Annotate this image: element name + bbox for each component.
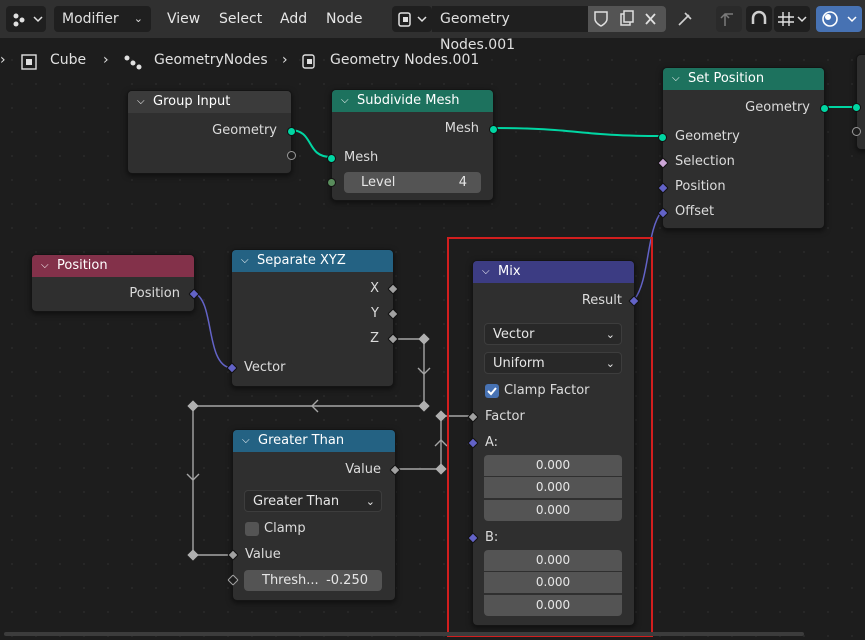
node-editor-canvas[interactable]: Modifier ⌄ View Select Add Node Geometry… [0,0,865,640]
node-set-position[interactable]: ⌵ Set Position Geometry Geometry Selecti… [657,67,829,229]
geometry-socket[interactable] [287,127,296,136]
link-geometry-to-mesh [289,129,332,158]
empty-socket[interactable] [852,127,861,136]
chevron-down-icon[interactable]: ⌵ [41,255,49,277]
node-title: Set Position [688,71,765,86]
node-title: Position [57,258,108,273]
node-header[interactable]: ⌵ Group Input [128,91,291,113]
input-label: Mesh [344,150,379,165]
mesh-input-socket[interactable] [327,154,336,163]
geometry-input-socket[interactable] [658,133,667,142]
output-label: X [370,281,379,296]
operation-value: Greater Than [253,494,340,509]
node-title: Subdivide Mesh [357,93,460,108]
input-label: Selection [675,154,735,169]
node-position[interactable]: ⌵ Position Position [31,254,200,312]
input-label: Position [675,179,726,194]
clamp-label: Clamp [264,521,306,536]
link-mesh-to-geometry [492,127,663,137]
operation-dropdown[interactable]: Greater Than ⌄ [244,490,382,512]
node-subdivide-mesh[interactable]: ⌵ Subdivide Mesh Mesh Mesh Level 4 [327,89,498,201]
level-label: Level [361,175,396,190]
empty-socket[interactable] [287,151,296,160]
level-socket[interactable] [327,178,336,187]
node-header[interactable]: ⌵ Separate XYZ [232,250,393,272]
chevron-down-icon[interactable]: ⌵ [137,91,145,113]
output-label: Mesh [444,121,479,136]
selection-highlight [447,237,653,637]
threshold-label: Thresh... [262,573,319,588]
output-label: Y [371,306,379,321]
threshold-value: -0.250 [326,573,368,588]
clamp-checkbox[interactable] [245,522,259,536]
chevron-down-icon[interactable]: ⌵ [242,430,250,452]
input-label: Vector [244,360,286,375]
chevron-down-icon[interactable]: ⌵ [241,250,249,272]
link-position-to-vector [193,292,232,369]
input-label: Geometry [675,129,740,144]
node-group-input[interactable]: ⌵ Group Input Geometry [127,90,296,174]
level-value: 4 [458,175,467,190]
level-field[interactable]: Level 4 [344,172,481,193]
mesh-output-socket[interactable] [489,125,498,134]
chevron-down-icon: ⌄ [365,495,375,508]
geometry-input-socket[interactable] [852,103,861,112]
output-label: Value [345,462,381,477]
horizontal-scrollbar[interactable] [4,632,804,636]
output-label: Geometry [212,123,277,138]
chevron-down-icon[interactable]: ⌵ [341,90,349,112]
threshold-field[interactable]: Thresh... -0.250 [244,570,382,591]
node-header[interactable]: ⌵ Greater Than [233,430,395,452]
node-separate-xyz[interactable]: ⌵ Separate XYZ X Y Z Vector [226,249,399,387]
input-label: Offset [675,204,715,219]
node-header[interactable]: ⌵ Set Position [663,68,824,90]
node-title: Greater Than [258,433,345,448]
node-greater-than[interactable]: ⌵ Greater Than Value Greater Than ⌄ Clamp… [227,429,401,601]
value-label: Value [245,547,281,562]
node-title: Separate XYZ [257,253,346,268]
chevron-down-icon[interactable]: ⌵ [672,68,680,90]
node-header[interactable]: ⌵ Subdivide Mesh [332,90,493,112]
node-title: Group Input [153,94,231,109]
geometry-output-socket[interactable] [820,104,829,113]
node-header[interactable]: ⌵ Position [32,255,194,277]
node-group-output[interactable] [852,54,865,150]
output-label: Geometry [745,100,810,115]
output-label: Position [129,286,180,301]
output-label: Z [370,331,379,346]
